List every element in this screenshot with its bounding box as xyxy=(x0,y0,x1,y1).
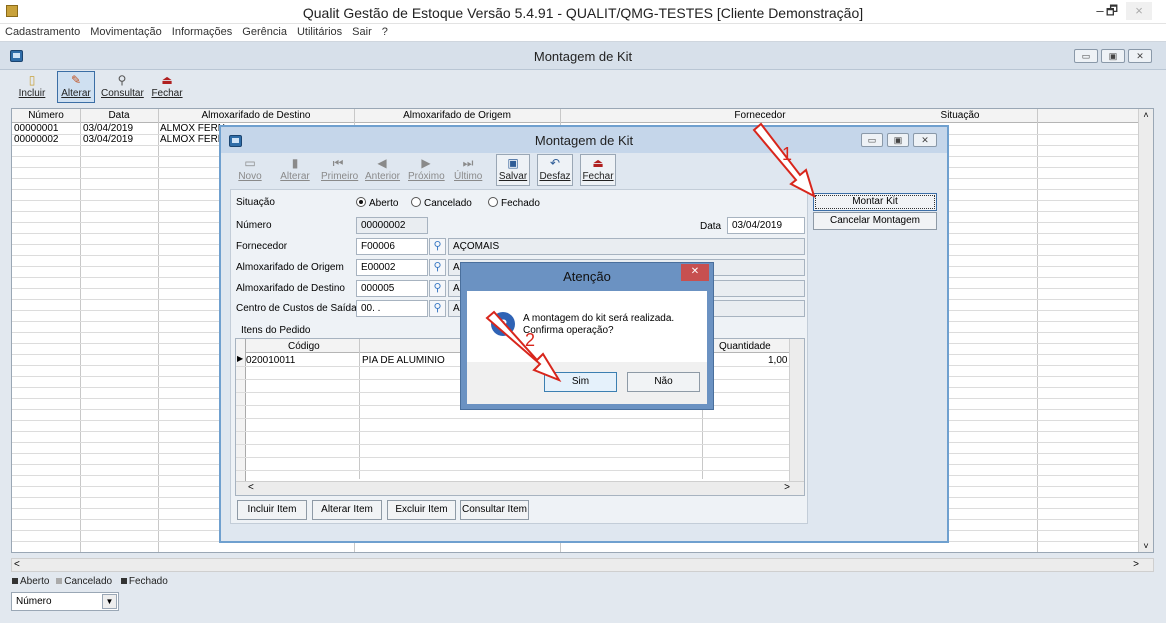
annotation-label-2: 2 xyxy=(525,330,535,350)
annotation-overlay: 1 2 xyxy=(485,122,816,383)
annotation-arrow-2 xyxy=(485,310,562,383)
annotation-label-1: 1 xyxy=(782,144,792,164)
